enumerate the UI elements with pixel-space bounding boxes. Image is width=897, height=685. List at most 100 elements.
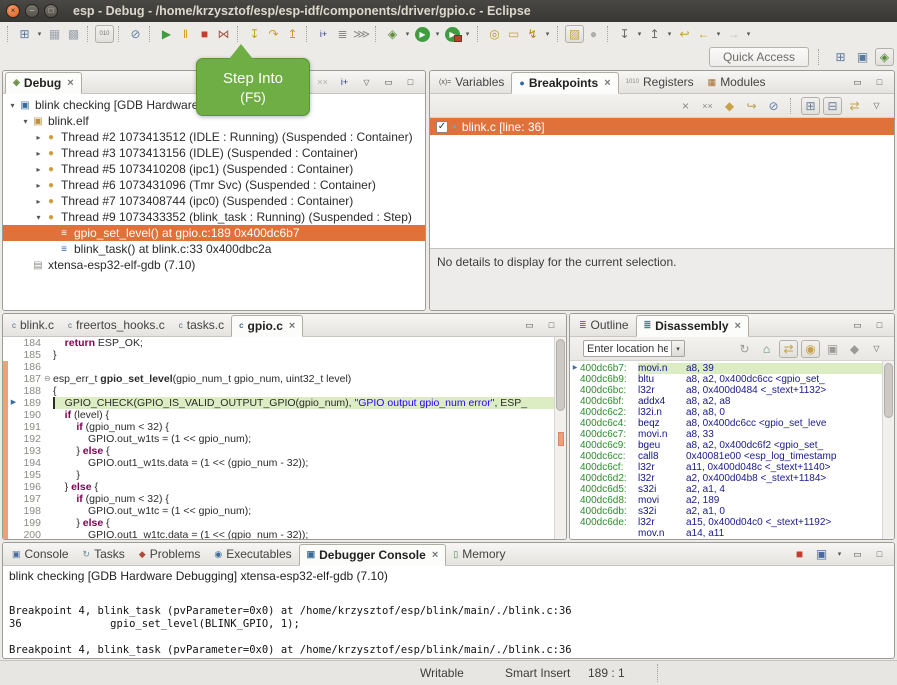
- new-wizard-icon[interactable]: ⊞: [15, 25, 34, 43]
- back-dropdown[interactable]: ▾: [713, 30, 724, 38]
- skip-all-breakpoints-icon[interactable]: ⊘: [764, 97, 783, 115]
- display-selected-console-icon[interactable]: ▣: [812, 545, 831, 563]
- previous-annotation-icon[interactable]: ↥: [645, 25, 664, 43]
- sync-active-context-icon[interactable]: ⇄: [779, 340, 798, 358]
- goto-file-for-breakpoint-icon[interactable]: ↪: [742, 97, 761, 115]
- minimize-icon[interactable]: ▭: [848, 73, 867, 91]
- window-close-button[interactable]: ×: [6, 4, 20, 18]
- maximize-icon[interactable]: □: [401, 73, 420, 91]
- debug-tree-item[interactable]: ▾▣blink.elf: [3, 113, 425, 129]
- link-with-debug-view-icon[interactable]: ⇄: [845, 97, 864, 115]
- checkbox-checked-icon[interactable]: ✓: [436, 121, 448, 133]
- console-dropdown[interactable]: ▾: [834, 550, 845, 558]
- step-over-icon[interactable]: ↷: [264, 25, 283, 43]
- minimize-icon[interactable]: ▭: [848, 545, 867, 563]
- tab-disassembly[interactable]: ≣Disassembly×: [636, 315, 749, 337]
- show-full-paths-icon[interactable]: ≣: [333, 25, 352, 43]
- tab-blink-c[interactable]: cblink.c: [5, 314, 61, 336]
- view-menu-icon[interactable]: ▽: [357, 73, 376, 91]
- maximize-icon[interactable]: □: [870, 73, 889, 91]
- tab-freertos-hooks-c[interactable]: cfreertos_hooks.c: [61, 314, 172, 336]
- tab-modules[interactable]: ▦Modules: [701, 71, 773, 93]
- maximize-icon[interactable]: □: [542, 316, 561, 334]
- tree-expander-icon[interactable]: ▸: [33, 133, 44, 142]
- tab-executables[interactable]: ◉Executables: [207, 543, 298, 565]
- view-menu-icon[interactable]: ▽: [867, 97, 886, 115]
- remove-all-breakpoints-icon[interactable]: ××: [698, 97, 717, 115]
- tab-memory[interactable]: ▯Memory: [446, 543, 512, 565]
- location-dropdown-icon[interactable]: ▾: [671, 340, 685, 357]
- tree-expander-icon[interactable]: ▸: [33, 197, 44, 206]
- tab-gpio-c[interactable]: cgpio.c×: [231, 315, 303, 337]
- debug-tree-item[interactable]: ▸●Thread #5 1073410208 (ipc1) (Suspended…: [3, 161, 425, 177]
- refresh-icon[interactable]: ↻: [735, 340, 754, 358]
- breakpoint-row[interactable]: ✓●blink.c [line: 36]: [430, 118, 894, 135]
- run-dropdown[interactable]: ▾: [432, 30, 443, 38]
- quick-access-button[interactable]: Quick Access: [709, 47, 809, 67]
- code-editor-area[interactable]: 184 return ESP_OK;185}186187⊖esp_err_t g…: [3, 337, 566, 539]
- debug-tree-item[interactable]: ▸●Thread #7 1073408744 (ipc0) (Suspended…: [3, 193, 425, 209]
- tab-tasks-c[interactable]: ctasks.c: [172, 314, 231, 336]
- tree-expander-icon[interactable]: ▸: [33, 181, 44, 190]
- external-tools-icon[interactable]: ▶: [445, 27, 460, 42]
- tree-expander-icon[interactable]: ▸: [33, 149, 44, 158]
- debug-tree-item[interactable]: ▸●Thread #6 1073431096 (Tmr Svc) (Suspen…: [3, 177, 425, 193]
- debug-tree-item[interactable]: ≡gpio_set_level() at gpio.c:189 0x400dc6…: [3, 225, 425, 241]
- save-icon[interactable]: ▦: [45, 25, 64, 43]
- remove-breakpoint-icon[interactable]: ×: [676, 97, 695, 115]
- highlight-selection-icon[interactable]: ▨: [565, 25, 584, 43]
- tab-breakpoints[interactable]: ●Breakpoints×: [511, 72, 618, 94]
- disassembly-listing[interactable]: ▶400dc6b7:movi.na8, 39400dc6b9:bltua8, a…: [570, 361, 894, 539]
- flash-dropdown[interactable]: ▾: [542, 30, 553, 38]
- step-return-icon[interactable]: ↥: [283, 25, 302, 43]
- disconnect-icon[interactable]: ⋈: [214, 25, 233, 43]
- debug-icon[interactable]: ◈: [383, 25, 402, 43]
- pin-view-icon[interactable]: ◆: [845, 340, 864, 358]
- close-icon[interactable]: ×: [604, 77, 610, 89]
- titlebar[interactable]: × − □ esp - Debug - /home/krzysztof/esp/…: [0, 0, 897, 22]
- maximize-icon[interactable]: □: [870, 316, 889, 334]
- debug-tree-item[interactable]: ▤xtensa-esp32-elf-gdb (7.10): [3, 257, 425, 273]
- open-perspective-icon[interactable]: ⊞: [831, 48, 850, 66]
- tab-variables[interactable]: (x)=Variables: [432, 71, 511, 93]
- tab-debug[interactable]: ◈Debug×: [5, 72, 82, 94]
- track-expression-icon[interactable]: ◉: [801, 340, 820, 358]
- use-step-filters-icon[interactable]: ⋙: [352, 25, 371, 43]
- remove-all-terminated-icon[interactable]: ××: [313, 73, 332, 91]
- mark-occurrences-icon[interactable]: ●: [584, 25, 603, 43]
- console-output[interactable]: Breakpoint 4, blink_task (pvParameter=0x…: [3, 586, 894, 658]
- step-into-icon[interactable]: ↧: [245, 25, 264, 43]
- tree-expander-icon[interactable]: ▸: [33, 165, 44, 174]
- tab-tasks[interactable]: ↻Tasks: [76, 543, 132, 565]
- tree-expander-icon[interactable]: ▾: [7, 101, 18, 110]
- skip-all-breakpoints-icon[interactable]: ⊘: [126, 25, 145, 43]
- show-breakpoints-for-icon[interactable]: ◆: [720, 97, 739, 115]
- instruction-stepping-mode-icon[interactable]: i+: [335, 73, 354, 91]
- forward-icon[interactable]: →: [724, 25, 743, 43]
- save-all-icon[interactable]: ▩: [64, 25, 83, 43]
- tab-problems[interactable]: ◆Problems: [132, 543, 208, 565]
- build-binary-icon[interactable]: 010: [95, 25, 114, 43]
- next-annotation-dropdown[interactable]: ▾: [634, 30, 645, 38]
- instruction-stepping-icon[interactable]: i+: [314, 25, 333, 43]
- forward-dropdown[interactable]: ▾: [743, 30, 754, 38]
- tab-registers[interactable]: 1010Registers: [619, 71, 701, 93]
- new-cpp-project-icon[interactable]: ◎: [485, 25, 504, 43]
- minimize-icon[interactable]: ▭: [379, 73, 398, 91]
- last-edit-location-icon[interactable]: ↩: [675, 25, 694, 43]
- terminate-icon[interactable]: ■: [790, 545, 809, 563]
- debug-tree-item[interactable]: ≡blink_task() at blink.c:33 0x400dbc2a: [3, 241, 425, 257]
- new-dropdown[interactable]: ▾: [34, 30, 45, 38]
- collapse-all-icon[interactable]: ⊟: [823, 97, 842, 115]
- external-tools-dropdown[interactable]: ▾: [462, 30, 473, 38]
- terminate-icon[interactable]: ■: [195, 25, 214, 43]
- cpp-perspective-icon[interactable]: ▣: [853, 48, 872, 66]
- next-annotation-icon[interactable]: ↧: [615, 25, 634, 43]
- maximize-icon[interactable]: □: [870, 545, 889, 563]
- debug-tree-item[interactable]: ▾●Thread #9 1073433352 (blink_task : Run…: [3, 209, 425, 225]
- back-icon[interactable]: ←: [694, 25, 713, 43]
- tab-outline[interactable]: ≣Outline: [572, 314, 636, 336]
- minimize-icon[interactable]: ▭: [848, 316, 867, 334]
- debug-dropdown[interactable]: ▾: [402, 30, 413, 38]
- editor-scrollbar[interactable]: [554, 337, 566, 539]
